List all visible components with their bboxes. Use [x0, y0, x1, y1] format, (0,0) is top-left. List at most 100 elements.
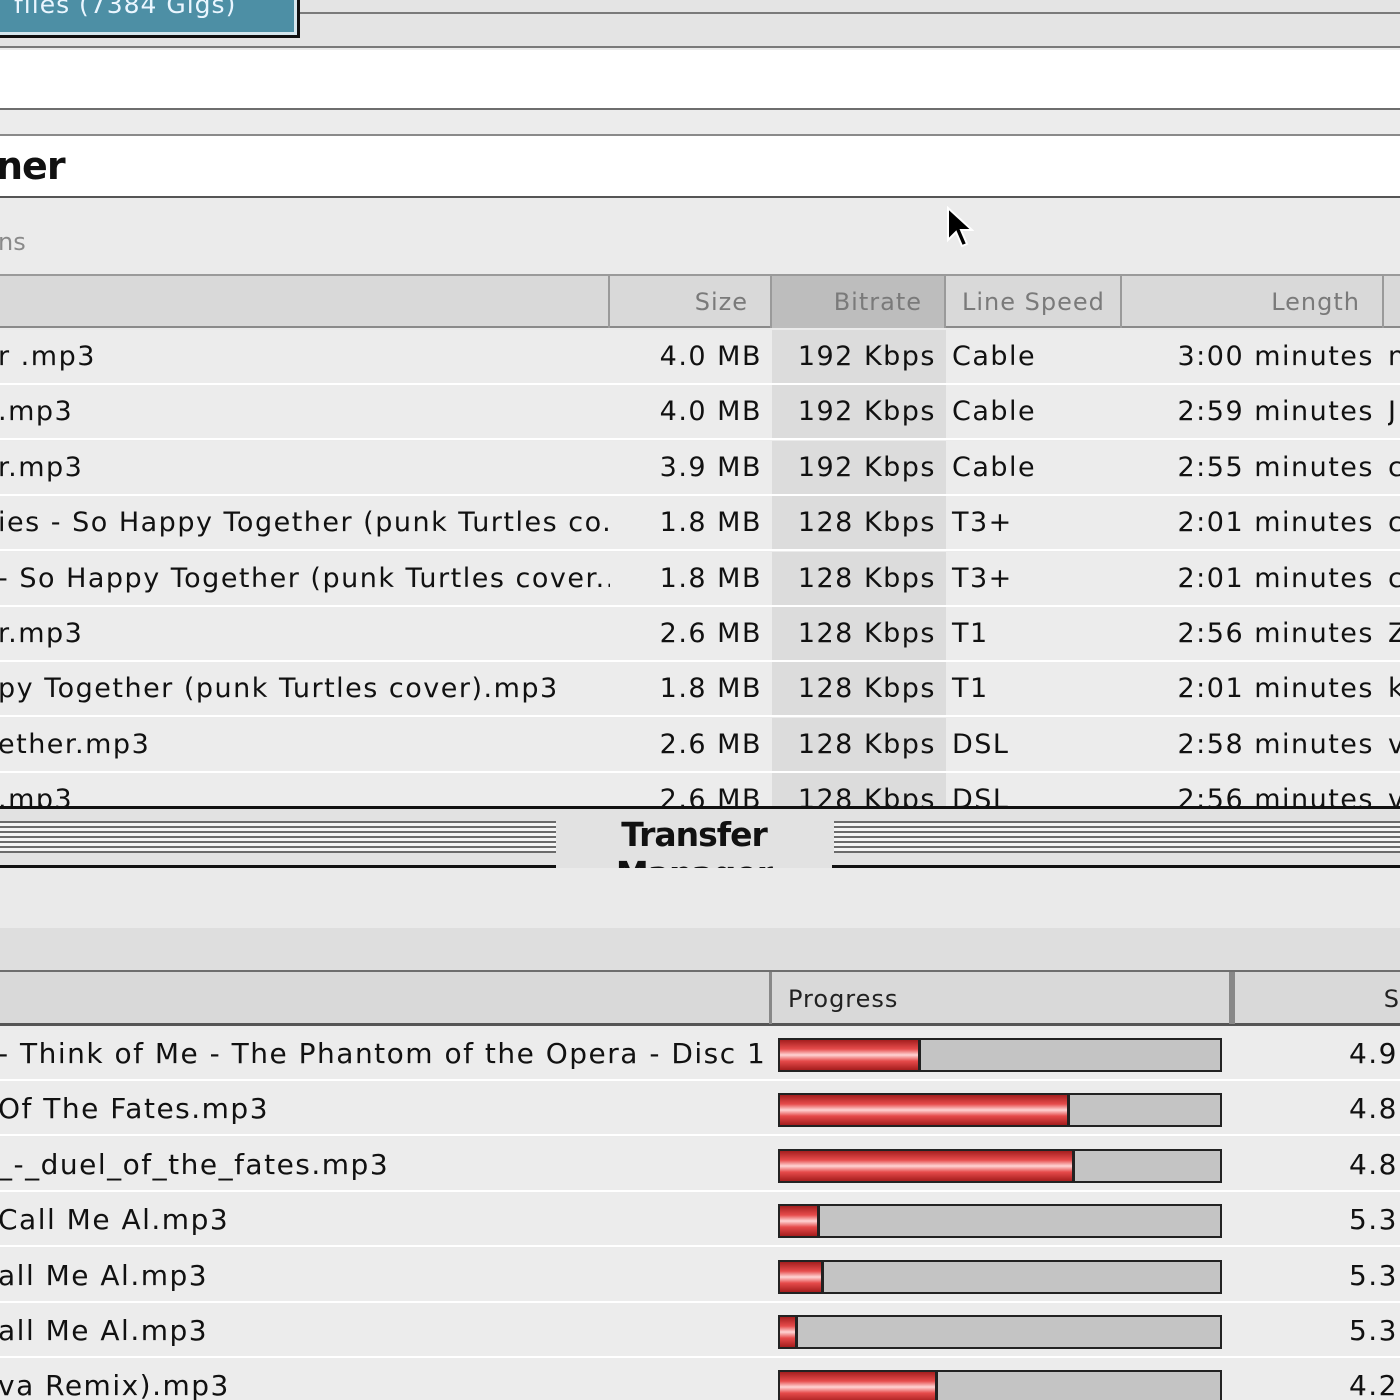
progress-fill	[780, 1095, 1071, 1126]
column-header-size[interactable]: Size	[610, 276, 772, 328]
transfer-row[interactable]: Call Me Al.mp3 5.3	[0, 1192, 1400, 1248]
transfer-list: - Think of Me - The Phantom of the Opera…	[0, 1026, 1400, 1400]
filename-cell: r .mp3	[0, 341, 96, 372]
next-column-cell: v	[1388, 784, 1400, 806]
progress-fill	[780, 1261, 824, 1292]
filename-cell: .mp3	[0, 396, 74, 428]
table-row[interactable]: r.mp3 2.6 MB 128 Kbps T1 2:56 minutes Z	[0, 607, 1400, 662]
column-header-line-speed[interactable]: Line Speed	[946, 276, 1122, 328]
search-query: ner	[0, 144, 66, 188]
bitrate-cell: 192 Kbps	[772, 440, 946, 494]
divider	[300, 12, 1400, 14]
length-cell: 2:01 minutes	[1177, 562, 1374, 594]
size-cell: 2.6 MB	[659, 784, 762, 806]
transfer-filename: va Remix).mp3	[0, 1369, 230, 1400]
transfer-toolbar	[0, 868, 1400, 928]
column-header-progress[interactable]: Progress	[772, 972, 1232, 1024]
column-header-next[interactable]	[1384, 276, 1400, 328]
progress-bar	[778, 1370, 1222, 1400]
length-cell: 2:01 minutes	[1177, 673, 1374, 705]
table-row[interactable]: ies - So Happy Together (punk Turtles co…	[0, 496, 1400, 552]
transfer-table-header: Progress S	[0, 972, 1400, 1026]
progress-bar	[778, 1093, 1222, 1128]
bitrate-cell: 192 Kbps	[772, 330, 946, 383]
length-cell: 2:58 minutes	[1177, 728, 1374, 760]
table-row[interactable]: .mp3 2.6 MB 128 Kbps DSL 2:56 minutes v	[0, 773, 1400, 806]
column-header-bitrate[interactable]: Bitrate	[772, 276, 946, 328]
transfer-row[interactable]: all Me Al.mp3 5.3	[0, 1247, 1400, 1303]
transfer-filename: Call Me Al.mp3	[0, 1203, 230, 1237]
transfer-status-bar	[0, 928, 1400, 972]
line-speed-cell: Cable	[952, 341, 1037, 372]
column-header-size[interactable]: S	[1232, 972, 1400, 1024]
progress-fill	[780, 1040, 921, 1070]
filename-cell: r.mp3	[0, 618, 84, 649]
length-cell: 2:59 minutes	[1177, 396, 1374, 428]
table-row[interactable]: ether.mp3 2.6 MB 128 Kbps DSL 2:58 minutes v	[0, 717, 1400, 773]
transfer-row[interactable]: Of The Fates.mp3 4.8	[0, 1081, 1400, 1137]
transfer-size: 5.3	[1348, 1314, 1398, 1347]
filename-cell: .mp3	[0, 784, 74, 806]
size-cell: 4.0 MB	[659, 341, 762, 372]
results-info-bar: ns	[0, 198, 1400, 276]
mouse-pointer-icon	[947, 206, 974, 248]
table-row[interactable]: r.mp3 3.9 MB 192 Kbps Cable 2:55 minutes c	[0, 440, 1400, 496]
bitrate-cell: 192 Kbps	[772, 385, 946, 439]
shared-files-button[interactable]: files (7384 Gigs)	[0, 0, 300, 38]
transfer-filename: all Me Al.mp3	[0, 1258, 209, 1292]
transfer-filename: - Think of Me - The Phantom of the Opera…	[0, 1037, 766, 1070]
empty-field[interactable]	[0, 50, 1400, 110]
results-info-text: ns	[0, 228, 26, 256]
next-column-cell: k	[1388, 673, 1400, 705]
table-row[interactable]: r .mp3 4.0 MB 192 Kbps Cable 3:00 minutes n	[0, 330, 1400, 385]
transfer-row[interactable]: all Me Al.mp3 5.3	[0, 1303, 1400, 1358]
table-row[interactable]: py Together (punk Turtles cover).mp3 1.8 …	[0, 662, 1400, 718]
bitrate-cell: 128 Kbps	[772, 773, 946, 806]
next-column-cell: c	[1388, 451, 1400, 483]
filename-cell: py Together (punk Turtles cover).mp3	[0, 673, 559, 705]
transfer-size: 4.9	[1348, 1037, 1398, 1070]
table-row[interactable]: - So Happy Together (punk Turtles cover.…	[0, 551, 1400, 607]
transfer-row[interactable]: va Remix).mp3 4.2	[0, 1358, 1400, 1400]
bitrate-cell: 128 Kbps	[772, 551, 946, 605]
size-cell: 3.9 MB	[659, 451, 762, 483]
transfer-filename: all Me Al.mp3	[0, 1314, 209, 1347]
next-column-cell: c	[1388, 507, 1400, 539]
bitrate-cell: 128 Kbps	[772, 717, 946, 771]
transfer-size: 5.3	[1348, 1258, 1398, 1292]
transfer-row[interactable]: - Think of Me - The Phantom of the Opera…	[0, 1026, 1400, 1081]
bitrate-cell: 128 Kbps	[772, 607, 946, 660]
table-row[interactable]: .mp3 4.0 MB 192 Kbps Cable 2:59 minutes J	[0, 385, 1400, 441]
line-speed-cell: T3+	[952, 562, 1013, 594]
size-cell: 1.8 MB	[659, 507, 762, 539]
column-header-length[interactable]: Length	[1122, 276, 1384, 328]
length-cell: 2:01 minutes	[1177, 507, 1374, 539]
line-speed-cell: T3+	[952, 507, 1013, 539]
filename-cell: - So Happy Together (punk Turtles cover.…	[0, 562, 610, 594]
next-column-cell: v	[1388, 728, 1400, 760]
next-column-cell: c	[1388, 562, 1400, 594]
filename-cell: ies - So Happy Together (punk Turtles co…	[0, 507, 610, 539]
results-list: r .mp3 4.0 MB 192 Kbps Cable 3:00 minutes n .m…	[0, 330, 1400, 806]
next-column-cell: n	[1388, 341, 1400, 372]
line-speed-cell: T1	[952, 618, 989, 649]
divider	[0, 110, 1400, 136]
transfer-manager-titlebar[interactable]: Transfer Manager	[0, 806, 1400, 893]
progress-bar	[778, 1315, 1222, 1349]
line-speed-cell: DSL	[952, 728, 1010, 760]
column-header-filename[interactable]	[0, 972, 772, 1024]
length-cell: 3:00 minutes	[1177, 341, 1374, 372]
progress-bar	[778, 1204, 1222, 1239]
search-input[interactable]: ner	[0, 136, 1400, 198]
line-speed-cell: T1	[952, 673, 989, 705]
line-speed-cell: Cable	[952, 451, 1037, 483]
transfer-filename: _-_duel_of_the_fates.mp3	[0, 1147, 390, 1181]
transfer-row[interactable]: _-_duel_of_the_fates.mp3 4.8	[0, 1136, 1400, 1192]
filename-cell: r.mp3	[0, 451, 84, 483]
column-header-filename[interactable]	[0, 276, 610, 328]
next-column-cell: Z	[1388, 618, 1400, 649]
size-cell: 1.8 MB	[659, 562, 762, 594]
progress-fill	[780, 1206, 820, 1237]
title-stripes	[834, 821, 1400, 853]
next-column-cell: J	[1388, 396, 1398, 428]
